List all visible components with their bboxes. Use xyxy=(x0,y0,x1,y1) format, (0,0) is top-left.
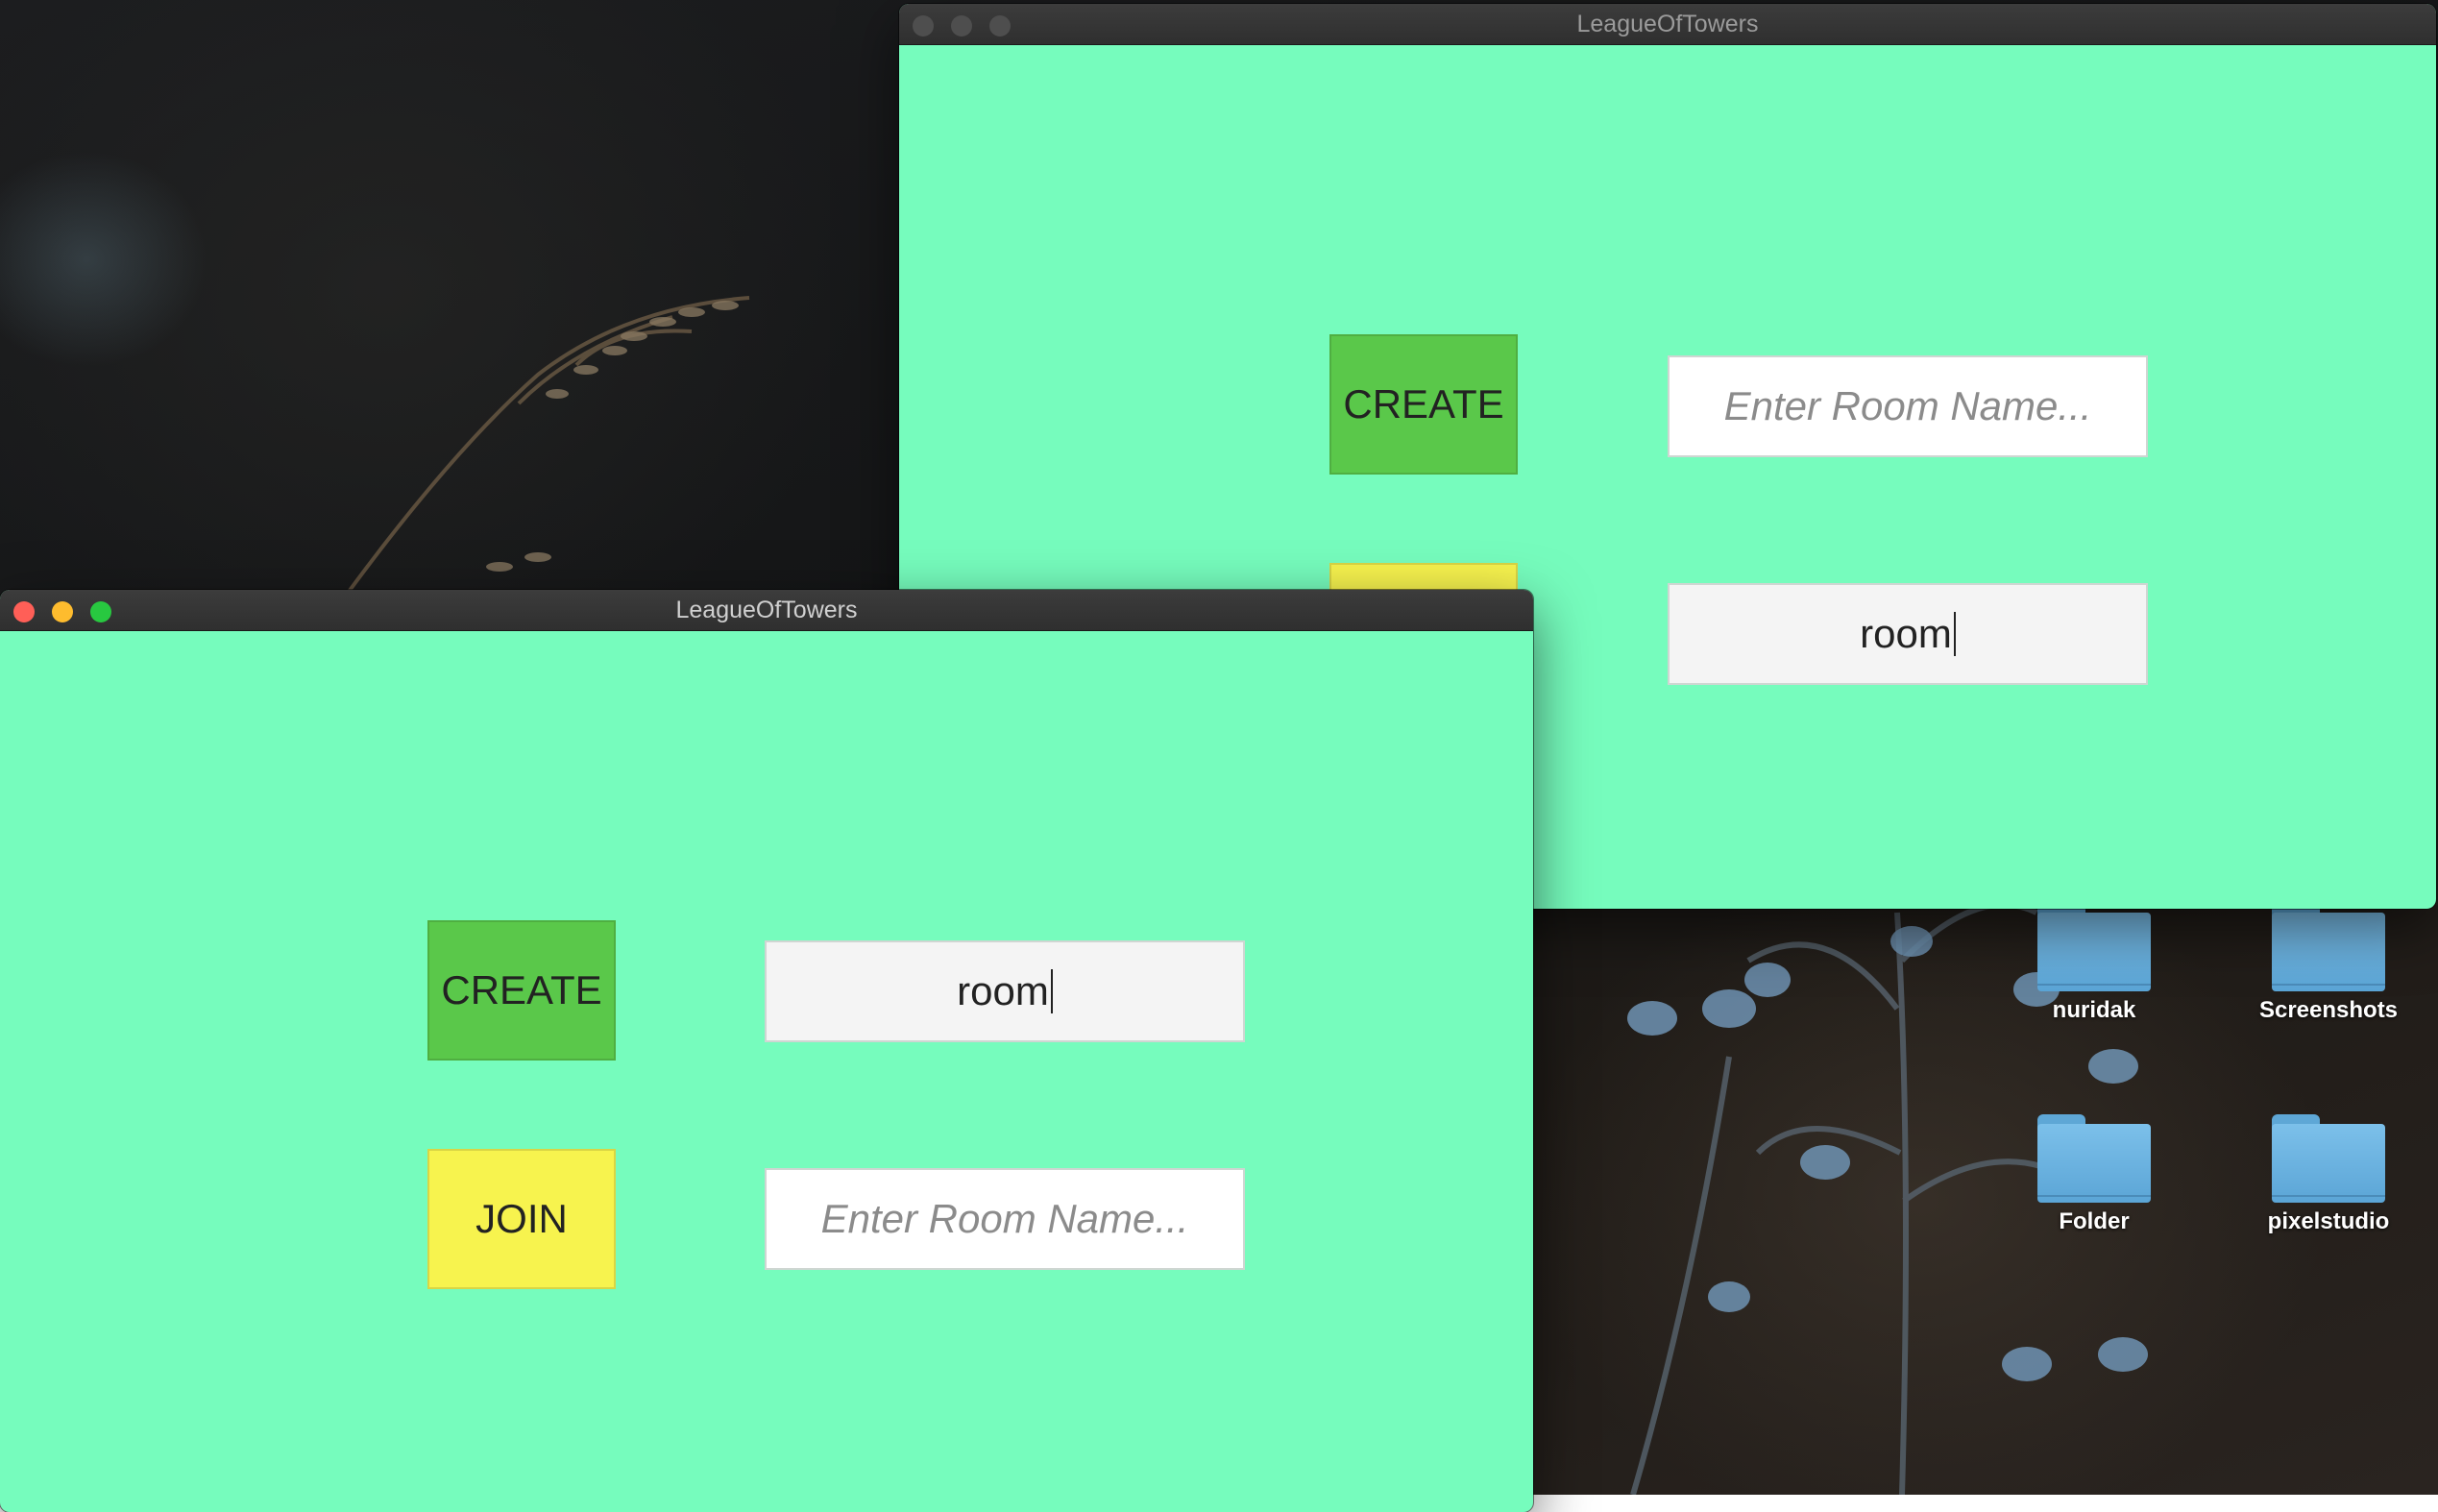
desktop-folder-screenshots[interactable]: Screenshots xyxy=(2232,903,2425,1024)
desktop-item-label: nuridak xyxy=(2052,997,2136,1023)
front-game-window[interactable]: LeagueOfTowers CREATE JOIN room Enter Ro… xyxy=(0,590,1533,1512)
desktop-item-label: pixelstudio xyxy=(2267,1208,2390,1234)
join-room-name-input[interactable]: room xyxy=(1668,583,2148,685)
desktop-item-label: Screenshots xyxy=(2258,997,2399,1023)
placeholder-text: Enter Room Name... xyxy=(820,1196,1189,1241)
desktop-item-label: Folder xyxy=(2059,1208,2130,1234)
desktop-folder-pixelstudio[interactable]: pixelstudio xyxy=(2232,1114,2425,1235)
input-value: room xyxy=(1860,611,1952,656)
create-room-name-input[interactable]: Enter Room Name... xyxy=(1668,355,2148,457)
folder-icon xyxy=(2272,1114,2385,1203)
folder-icon xyxy=(2272,903,2385,991)
create-button[interactable]: CREATE xyxy=(1329,334,1518,475)
text-caret xyxy=(1953,612,1956,656)
join-button[interactable]: JOIN xyxy=(427,1149,616,1289)
folder-icon xyxy=(2037,1114,2151,1203)
join-room-name-input[interactable]: Enter Room Name... xyxy=(765,1168,1245,1270)
text-caret xyxy=(1050,969,1053,1013)
window-title: LeagueOfTowers xyxy=(1576,11,1759,37)
placeholder-text: Enter Room Name... xyxy=(1723,383,2092,428)
desktop-folder-folder[interactable]: Folder xyxy=(1998,1114,2190,1235)
folder-icon xyxy=(2037,903,2151,991)
desktop-folder-nuridak[interactable]: nuridak xyxy=(1998,903,2190,1024)
create-room-name-input[interactable]: room xyxy=(765,940,1245,1042)
front-window-titlebar[interactable]: LeagueOfTowers xyxy=(0,590,1533,631)
back-window-titlebar[interactable]: LeagueOfTowers xyxy=(899,4,2436,45)
window-title: LeagueOfTowers xyxy=(675,597,858,623)
input-value: room xyxy=(957,968,1049,1013)
create-button[interactable]: CREATE xyxy=(427,920,616,1061)
